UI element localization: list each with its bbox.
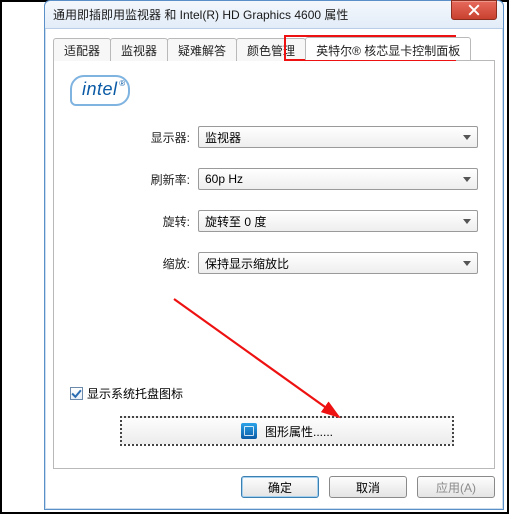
close-button[interactable]: [451, 0, 497, 20]
chevron-down-icon: [463, 219, 471, 224]
apply-button[interactable]: 应用(A): [417, 476, 495, 498]
graphics-properties-label: 图形属性......: [265, 423, 333, 440]
select-display-value: 监视器: [205, 129, 241, 146]
row-scale: 缩放: 保持显示缩放比: [70, 242, 478, 284]
row-display: 显示器: 监视器: [70, 116, 478, 158]
select-rotate[interactable]: 旋转至 0 度: [198, 210, 478, 232]
label-tray-icon: 显示系统托盘图标: [87, 385, 183, 402]
graphics-icon: [241, 423, 257, 439]
titlebar[interactable]: 通用即插即用监视器 和 Intel(R) HD Graphics 4600 属性: [45, 1, 503, 29]
label-display: 显示器:: [70, 129, 198, 146]
tab-content: intel 显示器: 监视器 刷新率: 60p Hz: [53, 61, 495, 469]
select-rotate-value: 旋转至 0 度: [205, 213, 266, 230]
tab-troubleshoot[interactable]: 疑难解答: [167, 38, 237, 61]
checkbox-tray-icon[interactable]: [70, 387, 83, 400]
intel-logo: intel: [70, 75, 130, 106]
row-rotate: 旋转: 旋转至 0 度: [70, 200, 478, 242]
annotation-arrow: [164, 289, 354, 429]
dialog-footer: 确定 取消 应用(A): [53, 473, 495, 501]
chevron-down-icon: [463, 135, 471, 140]
select-display[interactable]: 监视器: [198, 126, 478, 148]
tab-adapter[interactable]: 适配器: [53, 38, 111, 61]
tray-checkbox-row: 显示系统托盘图标: [70, 385, 183, 402]
client-area: 适配器 监视器 疑难解答 颜色管理 英特尔® 核芯显卡控制面板 intel 显示…: [53, 37, 495, 469]
chevron-down-icon: [463, 261, 471, 266]
graphics-properties-button[interactable]: 图形属性......: [120, 416, 454, 446]
properties-dialog: 通用即插即用监视器 和 Intel(R) HD Graphics 4600 属性…: [44, 0, 504, 510]
select-scale[interactable]: 保持显示缩放比: [198, 252, 478, 274]
chevron-down-icon: [463, 177, 471, 182]
settings-form: 显示器: 监视器 刷新率: 60p Hz 旋转:: [70, 116, 478, 284]
tab-strip: 适配器 监视器 疑难解答 颜色管理 英特尔® 核芯显卡控制面板: [53, 37, 495, 61]
window-title: 通用即插即用监视器 和 Intel(R) HD Graphics 4600 属性: [53, 6, 348, 23]
ok-button[interactable]: 确定: [241, 476, 319, 498]
row-refresh: 刷新率: 60p Hz: [70, 158, 478, 200]
checkmark-icon: [71, 388, 82, 399]
tab-intel-graphics[interactable]: 英特尔® 核芯显卡控制面板: [305, 37, 471, 60]
select-refresh-value: 60p Hz: [205, 172, 243, 186]
tab-color-management[interactable]: 颜色管理: [236, 38, 306, 61]
close-icon: [468, 4, 480, 16]
label-scale: 缩放:: [70, 255, 198, 272]
tab-monitor[interactable]: 监视器: [110, 38, 168, 61]
select-refresh[interactable]: 60p Hz: [198, 168, 478, 190]
select-scale-value: 保持显示缩放比: [205, 255, 289, 272]
label-refresh: 刷新率:: [70, 171, 198, 188]
label-rotate: 旋转:: [70, 213, 198, 230]
cancel-button[interactable]: 取消: [329, 476, 407, 498]
